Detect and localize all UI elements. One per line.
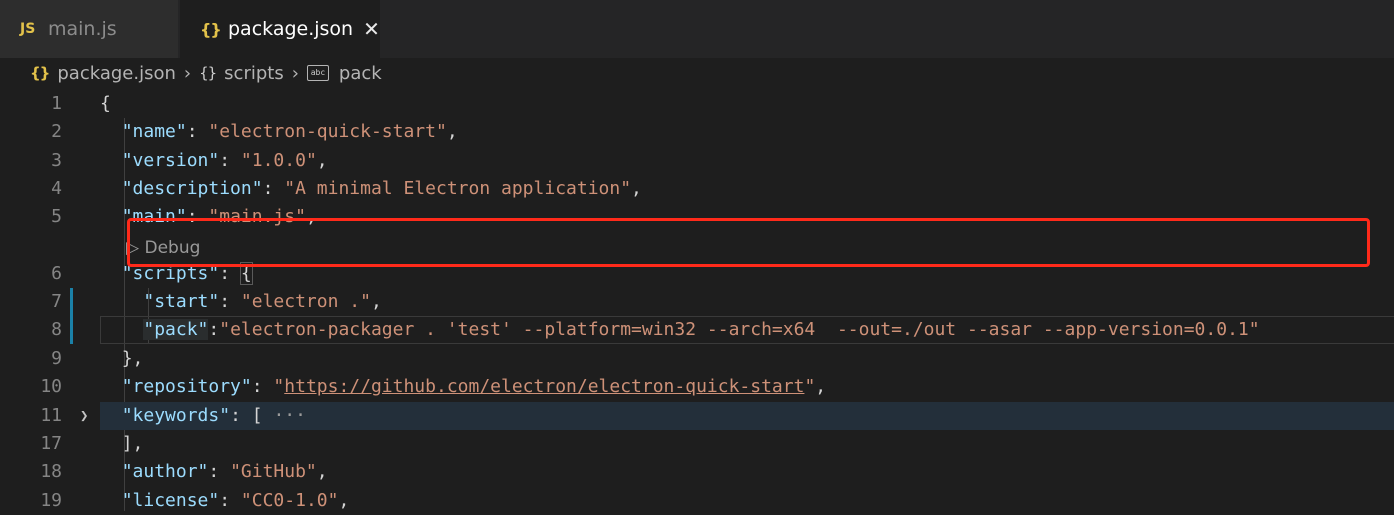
line-number: 5 (51, 206, 62, 227)
json-string: "electron ." (240, 291, 371, 312)
line-number: 10 (40, 376, 62, 397)
code-line: 17 ], (0, 430, 1394, 458)
close-icon[interactable]: ✕ (363, 19, 380, 39)
code-line: 8 "pack":"electron-packager . 'test' --p… (0, 316, 1394, 344)
json-string: "A minimal Electron application" (284, 178, 632, 199)
json-file-icon: {} (30, 64, 50, 82)
tab-label: package.json (228, 18, 354, 40)
json-string: "1.0.0" (240, 150, 317, 171)
line-number: 11 (40, 405, 62, 426)
json-key: "version" (121, 150, 220, 171)
line-number: 9 (51, 348, 62, 369)
code-text: ], (100, 430, 144, 458)
code-text: "repository": "https://github.com/electr… (121, 376, 827, 397)
code-line: 2 "name": "electron-quick-start", (0, 118, 1394, 146)
annotation-highlight-box (127, 218, 1370, 267)
code-editor[interactable]: 1 { 2 "name": "electron-quick-start", 3 … (0, 90, 1394, 511)
json-string-quote: " (804, 376, 816, 397)
tab-main-js[interactable]: JS main.js (0, 0, 178, 58)
line-number: 8 (51, 319, 62, 340)
code-line: 1 { (0, 90, 1394, 118)
code-line: 18 "author": "GitHub", (0, 458, 1394, 486)
code-text: "start": "electron .", (143, 291, 382, 312)
line-number: 6 (51, 263, 62, 284)
chevron-right-icon: › (183, 62, 192, 84)
code-line: 3 "version": "1.0.0", (0, 147, 1394, 175)
code-line: 10 "repository": "https://github.com/ele… (0, 373, 1394, 401)
json-key: "license" (121, 490, 220, 511)
code-text: }, (100, 345, 144, 373)
line-number: 3 (51, 150, 62, 171)
line-number: 2 (51, 121, 62, 142)
brace: { (100, 93, 111, 114)
code-line: 9 }, (0, 345, 1394, 373)
code-line: 4 "description": "A minimal Electron app… (0, 175, 1394, 203)
breadcrumb: {} package.json › {} scripts › abc pack (0, 58, 1394, 88)
string-property-icon: abc (306, 65, 329, 81)
json-string-quote: " (273, 376, 285, 397)
line-number: 1 (51, 93, 62, 114)
line-number: 17 (40, 433, 62, 454)
json-key: "pack" (143, 319, 209, 340)
line-number: 7 (51, 291, 62, 312)
line-number: 18 (40, 461, 62, 482)
code-line: 11 ❯ "keywords": [ ··· (0, 402, 1394, 430)
json-string: "electron-packager . 'test' --platform=w… (219, 319, 1260, 340)
json-key: "start" (143, 291, 220, 312)
chevron-right-icon[interactable]: ❯ (80, 402, 88, 430)
brace: }, (121, 348, 144, 369)
breadcrumb-item-scripts[interactable]: scripts (224, 63, 284, 84)
bracket: ], (121, 433, 144, 454)
json-string: "CC0-1.0" (240, 490, 339, 511)
tab-bar: JS main.js {} package.json ✕ (0, 0, 1394, 58)
code-line: 7 "start": "electron .", (0, 288, 1394, 316)
json-string: "GitHub" (230, 461, 317, 482)
tab-label: main.js (48, 18, 117, 40)
folded-ellipsis[interactable]: ··· (273, 405, 306, 426)
json-key: "keywords" (121, 405, 231, 426)
json-key: "author" (121, 461, 209, 482)
repository-link[interactable]: https://github.com/electron/electron-qui… (284, 376, 804, 397)
code-text: "version": "1.0.0", (121, 150, 328, 171)
json-file-icon: {} (200, 19, 222, 39)
code-text: "name": "electron-quick-start", (121, 121, 458, 142)
bracket: [ (251, 405, 263, 426)
json-string: "electron-quick-start" (208, 121, 447, 142)
code-text: "description": "A minimal Electron appli… (121, 178, 642, 199)
json-key: "repository" (121, 376, 252, 397)
breadcrumb-item-package-json[interactable]: package.json (57, 63, 176, 84)
code-text: "pack":"electron-packager . 'test' --pla… (143, 319, 1260, 340)
line-number: 4 (51, 178, 62, 199)
json-key: "description" (121, 178, 263, 199)
json-key: "name" (121, 121, 187, 142)
tab-package-json[interactable]: {} package.json ✕ (180, 0, 380, 58)
javascript-file-icon: JS (20, 21, 36, 37)
code-text: "author": "GitHub", (121, 461, 328, 482)
code-text: { (100, 90, 111, 118)
code-text: "keywords": [ ··· (121, 405, 306, 426)
object-icon: {} (199, 64, 217, 82)
chevron-right-icon: › (291, 62, 299, 84)
breadcrumb-item-pack[interactable]: pack (339, 63, 382, 84)
